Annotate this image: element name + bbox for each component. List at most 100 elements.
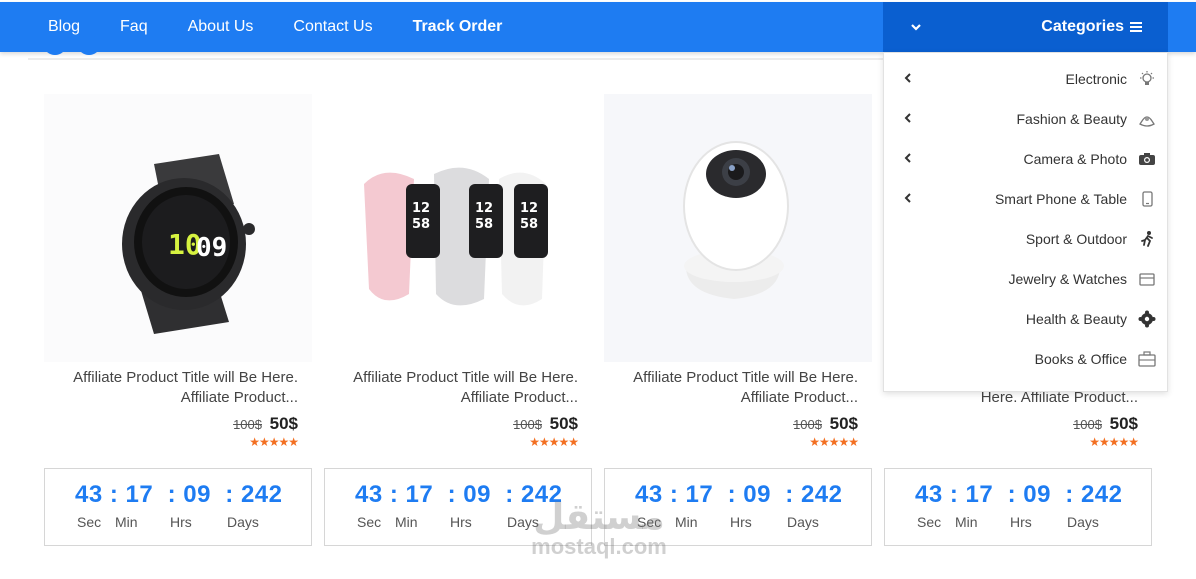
category-item-jewelry-watches[interactable]: Jewelry & Watches [884,259,1167,299]
product-card[interactable]: Affiliate Product Title will Be Here. Af… [604,94,872,449]
chevron-left-icon [904,192,911,206]
svg-text:12: 12 [475,201,493,216]
label-days: Days [1067,514,1099,530]
top-navbar: Blog Faq About Us Contact Us Track Order… [0,2,1196,52]
rating-stars: ★★★★★ [1089,435,1139,449]
label-hrs: Hrs [450,514,472,530]
category-label: Books & Office [1034,351,1127,367]
gear-flower-icon [1137,309,1157,329]
category-item-camera-photo[interactable]: Camera & Photo [884,139,1167,179]
countdown-timer: 43 : 17 : 09 : 242 Sec Min Hrs Days [44,468,312,546]
label-sec: Sec [917,514,942,530]
runner-icon [1137,229,1157,249]
rating-stars: ★★★★★ [529,435,579,449]
category-item-health-beauty[interactable]: Health & Beauty [884,299,1167,339]
jewelry-box-icon [1137,269,1157,289]
product-price: 100$ 50$ [44,414,312,434]
slider-dot[interactable] [44,35,66,55]
rating-stars: ★★★★★ [809,435,859,449]
timer-sec: 43 [355,481,383,508]
label-days: Days [787,514,819,530]
category-item-electronic[interactable]: Electronic [884,59,1167,99]
label-sec: Sec [77,514,102,530]
fitness-bands-image: 12 58 12 58 12 58 [364,167,548,306]
nav-links: Blog Faq About Us Contact Us Track Order [28,2,522,52]
chevron-left-icon [904,112,911,126]
timer-days: 242 [520,481,563,508]
category-item-books-office[interactable]: Books & Office [884,339,1167,379]
timer-values: 43 : 17 : 09 : 242 [635,481,843,508]
phone-icon [1137,189,1157,209]
timer-values: 43 : 17 : 09 : 242 [75,481,283,508]
category-item-smart-phone[interactable]: Smart Phone & Table [884,179,1167,219]
category-item-sport-outdoor[interactable]: Sport & Outdoor [884,219,1167,259]
nav-link-faq[interactable]: Faq [100,2,168,52]
camera-icon [1137,149,1157,169]
slider-dot[interactable] [78,35,100,55]
new-price: 50$ [549,414,578,433]
category-label: Fashion & Beauty [1016,111,1127,127]
timer-hrs: 09 [183,481,211,508]
chevron-left-icon [904,152,911,166]
nav-link-contact-us[interactable]: Contact Us [273,2,392,52]
label-min: Min [395,514,418,530]
timer-min: 17 [125,481,154,508]
product-image-smartwatch[interactable]: 10 09 [44,94,312,362]
hat-icon [1137,109,1157,129]
timer-min: 17 [965,481,994,508]
categories-title: Categories [1041,18,1142,36]
label-hrs: Hrs [1010,514,1032,530]
category-label: Jewelry & Watches [1008,271,1127,287]
timer-hrs: 09 [743,481,771,508]
new-price: 50$ [829,414,858,433]
countdown-timer: 43 : 17 : 09 : 242 Sec Min Hrs Days [604,468,872,546]
product-image-security-camera[interactable] [604,94,872,362]
timer-values: 43 : 17 : 09 : 242 [915,481,1123,508]
countdown-timer: 43 : 17 : 09 : 242 Sec Min Hrs Days [884,468,1152,546]
product-image-fitness-bands[interactable]: 12 58 12 58 12 58 [324,94,592,362]
old-price: 100$ [1073,417,1102,432]
svg-text:09: 09 [196,233,227,263]
svg-text:58: 58 [475,217,493,232]
timer-min: 17 [405,481,434,508]
nav-link-about-us[interactable]: About Us [168,2,274,52]
category-label: Health & Beauty [1025,311,1127,327]
svg-text:12: 12 [412,201,430,216]
smartwatch-image: 10 09 [44,94,312,362]
chevron-left-icon [904,72,911,86]
chevron-down-icon [911,20,921,34]
product-card[interactable]: 12 58 12 58 12 58 Affiliate Product Titl… [324,94,592,449]
product-title[interactable]: Affiliate Product Title will Be Here. Af… [44,368,312,408]
category-item-fashion-beauty[interactable]: Fashion & Beauty [884,99,1167,139]
svg-text:12: 12 [520,201,538,216]
security-camera-image [604,94,872,362]
divider [28,58,888,60]
product-price: 100$ 50$ [884,414,1152,434]
categories-label: Categories [1041,18,1124,35]
timer-days: 242 [240,481,283,508]
timer-sec: 43 [635,481,663,508]
timer-min: 17 [685,481,714,508]
label-days: Days [507,514,539,530]
timer-hrs: 09 [463,481,491,508]
new-price: 50$ [269,414,298,433]
nav-link-track-order[interactable]: Track Order [393,2,523,52]
timer-hrs: 09 [1023,481,1051,508]
label-hrs: Hrs [730,514,752,530]
product-card[interactable]: 10 09 Affiliate Product Title will Be He… [44,94,312,449]
timer-values: 43 : 17 : 09 : 242 [355,481,563,508]
new-price: 50$ [1109,414,1138,433]
product-title[interactable]: Affiliate Product Title will Be Here. Af… [604,368,872,408]
label-days: Days [227,514,259,530]
category-label: Sport & Outdoor [1025,231,1127,247]
label-min: Min [955,514,978,530]
categories-toggle[interactable]: Categories [883,2,1168,52]
category-label: Camera & Photo [1023,151,1128,167]
svg-text:58: 58 [412,217,430,232]
old-price: 100$ [793,417,822,432]
category-label: Electronic [1065,71,1127,87]
svg-text:58: 58 [520,217,538,232]
product-title[interactable]: Affiliate Product Title will Be Here. Af… [324,368,592,408]
label-sec: Sec [357,514,382,530]
categories-dropdown: Electronic Fashion & Beauty Camera & Pho… [883,52,1168,392]
